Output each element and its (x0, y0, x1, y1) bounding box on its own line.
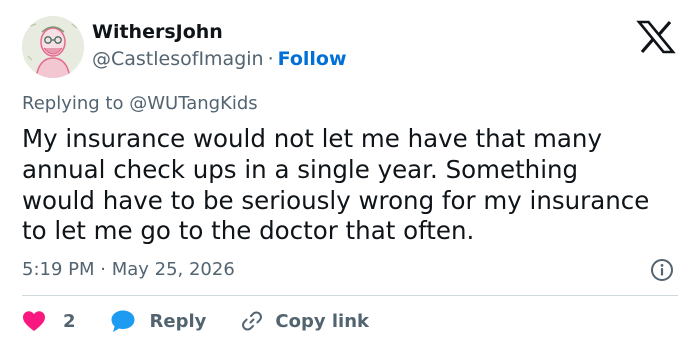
link-icon (240, 309, 264, 333)
reply-mention-link[interactable]: @WUTangKids (129, 93, 257, 114)
info-icon[interactable] (650, 258, 674, 282)
divider (22, 295, 678, 296)
copy-link-label: Copy link (275, 310, 369, 332)
timestamp-link[interactable]: 5:19 PM · May 25, 2026 (22, 259, 235, 280)
tweet-card: WithersJohn @CastlesofImagin · Follow Repl… (0, 0, 700, 348)
reply-prefix: Replying to (22, 93, 124, 114)
reply-button[interactable]: Reply (110, 309, 207, 333)
author-handle[interactable]: @CastlesofImagin (92, 48, 264, 70)
tweet-text: My insurance would not let me have that … (22, 124, 650, 246)
avatar[interactable] (22, 16, 84, 78)
speech-bubble-icon (110, 309, 136, 333)
copy-link-button[interactable]: Copy link (240, 309, 369, 333)
author-name[interactable]: WithersJohn (92, 21, 223, 43)
like-button[interactable]: 2 (22, 310, 76, 332)
author-meta: @CastlesofImagin · Follow (92, 48, 347, 70)
meta-separator: · (267, 48, 274, 70)
follow-button[interactable]: Follow (278, 48, 347, 70)
x-logo-icon[interactable] (636, 20, 676, 54)
like-count: 2 (63, 310, 76, 332)
heart-icon (22, 310, 46, 332)
action-bar: 2 Reply Copy link (22, 308, 369, 334)
reply-context: Replying to @WUTangKids (22, 93, 258, 114)
reply-label: Reply (149, 310, 207, 332)
